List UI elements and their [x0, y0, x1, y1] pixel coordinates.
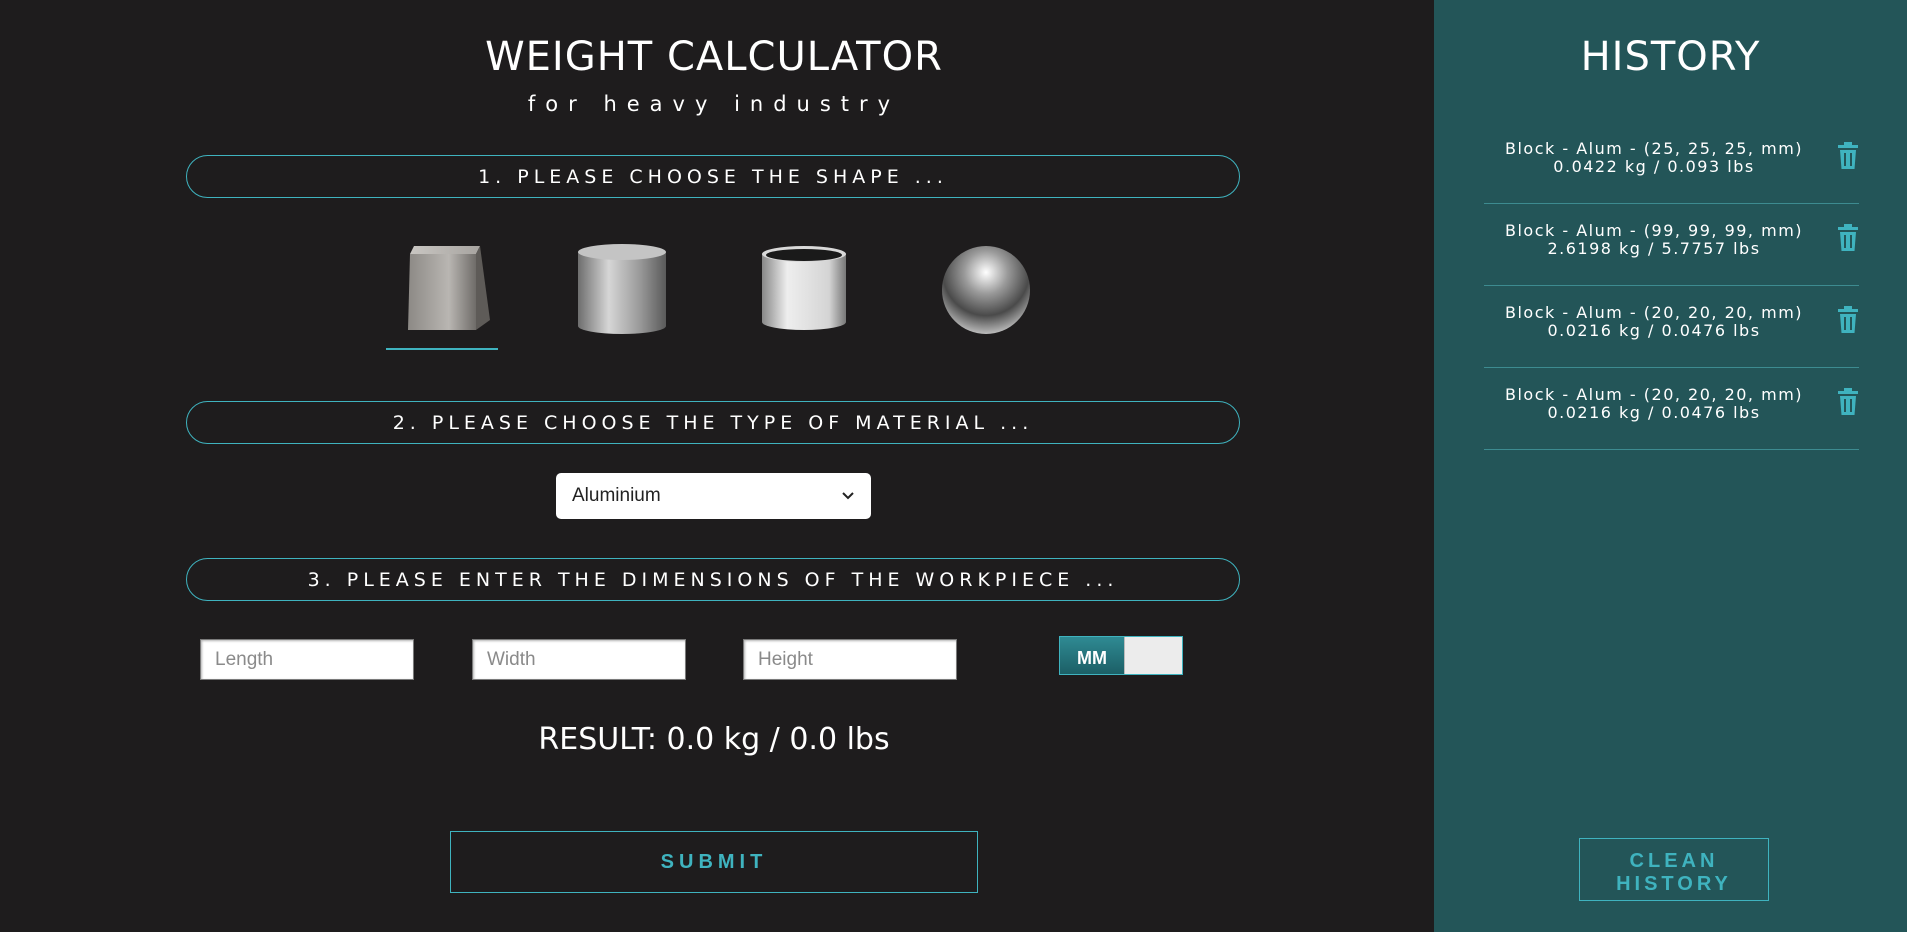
unit-toggle[interactable]: MM — [1059, 636, 1183, 675]
tube-icon — [762, 246, 846, 330]
step-shape-heading: 1. PLEASE CHOOSE THE SHAPE ... — [186, 155, 1240, 198]
history-item: Block - Alum - (20, 20, 20, mm) 0.0216 k… — [1484, 286, 1859, 368]
history-item-weight: 0.0216 kg / 0.0476 lbs — [1547, 321, 1761, 340]
page-subtitle: for heavy industry — [527, 92, 901, 116]
cylinder-icon — [578, 244, 666, 334]
history-item-weight: 2.6198 kg / 5.7757 lbs — [1547, 239, 1761, 258]
history-item-description: Block - Alum - (20, 20, 20, mm) — [1504, 303, 1804, 322]
submit-button[interactable]: SUBMIT — [450, 831, 978, 893]
history-item-description: Block - Alum - (99, 99, 99, mm) — [1504, 221, 1804, 240]
unit-toggle-knob — [1124, 637, 1182, 674]
clean-history-button[interactable]: CLEAN HISTORY — [1579, 838, 1769, 901]
calculator-panel: WEIGHT CALCULATOR for heavy industry 1. … — [0, 0, 1434, 932]
history-item-description: Block - Alum - (25, 25, 25, mm) — [1504, 139, 1804, 158]
cube-icon — [408, 246, 490, 330]
unit-toggle-label: MM — [1060, 637, 1124, 674]
history-item-text: Block - Alum - (99, 99, 99, mm) 2.6198 k… — [1484, 222, 1824, 258]
step-dimensions-heading: 3. PLEASE ENTER THE DIMENSIONS OF THE WO… — [186, 558, 1240, 601]
width-input[interactable] — [472, 639, 686, 680]
history-list: Block - Alum - (25, 25, 25, mm) 0.0422 k… — [1484, 122, 1859, 450]
trash-icon[interactable] — [1837, 224, 1859, 252]
clean-history-label-line1: CLEAN — [1629, 849, 1719, 872]
shape-option-cylinder[interactable] — [572, 240, 672, 340]
trash-icon[interactable] — [1837, 142, 1859, 170]
shape-option-tube[interactable] — [754, 240, 854, 340]
history-item: Block - Alum - (20, 20, 20, mm) 0.0216 k… — [1484, 368, 1859, 450]
chevron-down-icon — [842, 492, 854, 500]
history-title: HISTORY — [1580, 34, 1761, 80]
history-item-text: Block - Alum - (20, 20, 20, mm) 0.0216 k… — [1484, 304, 1824, 340]
material-select[interactable]: Aluminium — [556, 473, 871, 519]
page-title: WEIGHT CALCULATOR — [485, 34, 943, 80]
length-input[interactable] — [200, 639, 414, 680]
material-select-value: Aluminium — [572, 485, 661, 506]
step-material-heading: 2. PLEASE CHOOSE THE TYPE OF MATERIAL ..… — [186, 401, 1240, 444]
trash-icon[interactable] — [1837, 388, 1859, 416]
result-text: RESULT: 0.0 kg / 0.0 lbs — [538, 722, 890, 757]
shape-option-block[interactable] — [392, 240, 492, 340]
selected-shape-indicator — [386, 348, 498, 350]
sphere-icon — [942, 246, 1030, 334]
history-item-text: Block - Alum - (25, 25, 25, mm) 0.0422 k… — [1484, 140, 1824, 176]
trash-icon[interactable] — [1837, 306, 1859, 334]
history-item-description: Block - Alum - (20, 20, 20, mm) — [1504, 385, 1804, 404]
history-item: Block - Alum - (25, 25, 25, mm) 0.0422 k… — [1484, 122, 1859, 204]
history-item-text: Block - Alum - (20, 20, 20, mm) 0.0216 k… — [1484, 386, 1824, 422]
history-item-weight: 0.0422 kg / 0.093 lbs — [1553, 157, 1755, 176]
shape-option-sphere[interactable] — [936, 240, 1036, 340]
clean-history-label-line2: HISTORY — [1616, 872, 1732, 895]
history-item-weight: 0.0216 kg / 0.0476 lbs — [1547, 403, 1761, 422]
history-item: Block - Alum - (99, 99, 99, mm) 2.6198 k… — [1484, 204, 1859, 286]
history-panel: HISTORY Block - Alum - (25, 25, 25, mm) … — [1434, 0, 1907, 932]
height-input[interactable] — [743, 639, 957, 680]
